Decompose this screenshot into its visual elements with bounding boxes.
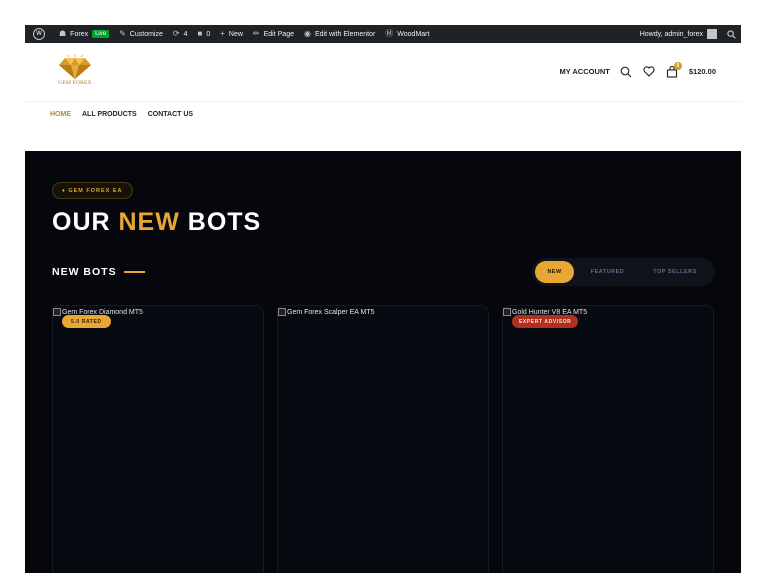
new-content-menu[interactable]: + New (215, 25, 248, 43)
title-accent: NEW (118, 208, 180, 236)
avatar (707, 29, 717, 39)
product-image-alt: Gem Forex Scalper EA MT5 (287, 308, 375, 316)
wp-admin-bar: W ☗ Forex Live ✎ Customize ⟳ 4 ■ 0 + New… (25, 25, 741, 43)
tab-top-sellers[interactable]: TOP SELLERS (641, 261, 709, 283)
section-title: OUR NEW BOTS (52, 208, 261, 237)
tab-new[interactable]: NEW (535, 261, 574, 283)
customize-label: Customize (129, 30, 163, 38)
diamond-logo-icon (59, 54, 91, 79)
cart-total[interactable]: $120.00 (689, 67, 716, 76)
plus-icon: + (220, 29, 225, 38)
wordpress-icon: W (33, 28, 45, 40)
updates-icon: ⟳ (172, 29, 180, 38)
product-tabs: NEW FEATURED TOP SELLERS (532, 258, 715, 286)
browser-page: W ☗ Forex Live ✎ Customize ⟳ 4 ■ 0 + New… (25, 25, 741, 573)
site-name-menu[interactable]: ☗ Forex Live (54, 25, 114, 43)
edit-page-link[interactable]: ✏ Edit Page (248, 25, 299, 43)
nav-item-contact-us[interactable]: CONTACT US (148, 111, 193, 118)
elementor-label: Edit with Elementor (314, 30, 376, 38)
admin-search[interactable] (722, 25, 741, 43)
nav-item-home[interactable]: HOME (50, 111, 71, 118)
product-image[interactable]: Gem Forex Scalper EA MT5 (278, 308, 375, 316)
woodmart-icon: Ⓜ (385, 29, 394, 38)
heart-icon (643, 66, 655, 77)
updates-link[interactable]: ⟳ 4 (168, 25, 193, 43)
site-logo[interactable]: GEM FOREX (51, 54, 99, 90)
dashboard-icon: ☗ (59, 29, 67, 38)
site-name: Forex (70, 30, 89, 38)
rating-badge: 5.0 RATED (62, 315, 111, 328)
elementor-link[interactable]: ◉ Edit with Elementor (299, 25, 380, 43)
main-navigation: HOME ALL PRODUCTS CONTACT US (25, 101, 741, 127)
broken-image-icon (503, 308, 511, 316)
comments-count: 0 (206, 30, 211, 38)
brush-icon: ✎ (119, 29, 126, 38)
title-part-1: OUR (52, 208, 119, 236)
category-badge: EXPERT ADVISOR (512, 315, 579, 328)
product-grid: Gem Forex Diamond MT5 5.0 RATED Gem Fore… (52, 305, 715, 573)
wishlist-button[interactable] (643, 65, 656, 78)
search-icon (621, 66, 632, 77)
title-part-2: BOTS (179, 208, 262, 236)
subsection-label-text: NEW BOTS (52, 266, 117, 278)
woodmart-label: WoodMart (397, 30, 430, 38)
eyebrow-badge: ♦ GEM FOREX EA (52, 182, 133, 199)
greeting-text: Howdy, admin_forex (639, 30, 703, 38)
woodmart-menu[interactable]: Ⓜ WoodMart (380, 25, 434, 43)
updates-count: 4 (183, 30, 188, 38)
elementor-icon: ◉ (303, 29, 311, 38)
new-label: New (228, 30, 243, 38)
header-search-button[interactable] (620, 65, 633, 78)
live-badge: Live (92, 30, 110, 38)
new-bots-section: ♦ GEM FOREX EA OUR NEW BOTS NEW BOTS NEW… (25, 151, 741, 573)
nav-item-all-products[interactable]: ALL PRODUCTS (82, 111, 137, 118)
logo-text: GEM FOREX (58, 80, 92, 86)
broken-image-icon (278, 308, 286, 316)
product-card[interactable]: Gold Hunter V8 EA MT5 EXPERT ADVISOR (502, 305, 714, 573)
accent-line (123, 271, 145, 273)
broken-image-icon (53, 308, 61, 316)
subsection-label: NEW BOTS (52, 266, 145, 278)
comment-icon: ■ (197, 29, 203, 38)
wp-logo-menu[interactable]: W (25, 25, 54, 43)
cart-count-badge: 0 (673, 62, 682, 70)
tab-featured[interactable]: FEATURED (574, 261, 641, 283)
product-card[interactable]: Gem Forex Scalper EA MT5 (277, 305, 489, 573)
site-header: GEM FOREX MY ACCOUNT 0 $120.00 (25, 43, 741, 101)
customize-link[interactable]: ✎ Customize (114, 25, 168, 43)
my-account-link[interactable]: MY ACCOUNT (559, 67, 609, 76)
my-account-menu[interactable]: Howdy, admin_forex (635, 25, 722, 43)
search-icon (727, 29, 736, 39)
header-spacer (25, 127, 741, 151)
pencil-icon: ✏ (252, 29, 260, 38)
product-card[interactable]: Gem Forex Diamond MT5 5.0 RATED (52, 305, 264, 573)
comments-link[interactable]: ■ 0 (192, 25, 215, 43)
edit-page-label: Edit Page (263, 30, 294, 38)
cart-button[interactable]: 0 (666, 62, 682, 78)
